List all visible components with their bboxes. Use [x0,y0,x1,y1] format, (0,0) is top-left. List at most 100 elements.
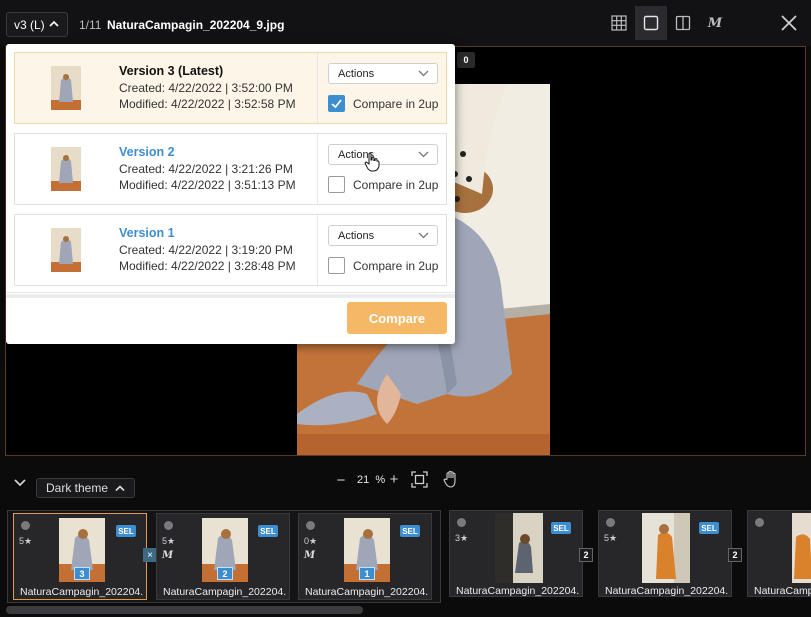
filmstrip-filename: NaturaCampagin_202204... [605,585,729,597]
actions-dropdown[interactable]: Actions [328,144,438,165]
popup-scrollbar[interactable] [6,294,455,298]
status-dot [21,521,30,530]
actions-label: Actions [338,67,375,80]
sel-badge: SEL [699,522,719,534]
compare-in-2up-option[interactable]: Compare in 2up [328,257,438,274]
theme-select[interactable]: Dark theme [36,478,135,498]
filmstrip-thumbnail [642,513,690,583]
version-title: Version 3 (Latest) [119,64,224,78]
status-dot [306,521,315,530]
compare-in-2up-option[interactable]: Compare in 2up [328,176,438,193]
version-card-3[interactable]: Version 3 (Latest) Created: 4/22/2022 | … [14,52,447,124]
chevron-up-icon [115,485,125,492]
status-dot [164,521,173,530]
compare-view-icon [675,15,691,31]
chevron-down-icon [418,151,429,158]
version-modified: Modified: 4/22/2022 | 3:51:13 PM [119,178,296,192]
single-view-button[interactable] [635,6,667,40]
filmstrip-thumbnail [495,513,543,583]
version-card-1[interactable]: Version 1 Created: 4/22/2022 | 3:19:20 P… [14,214,447,286]
version-card-2[interactable]: Version 2 Created: 4/22/2022 | 3:21:26 P… [14,133,447,205]
sel-badge: SEL [400,525,420,537]
filmstrip-filename: NaturaCampagin_202204... [456,585,580,597]
zoom-unit: % [375,474,386,486]
status-dot [457,518,466,527]
filmstrip-filename: NaturaCampagin_202204... [305,586,429,598]
zoom-in-button[interactable]: + [387,471,401,488]
unstack-button[interactable]: × [143,548,157,562]
chevron-down-icon[interactable] [12,476,28,490]
version-thumbnail [51,228,81,272]
version-modified: Modified: 4/22/2022 | 3:52:58 PM [119,97,296,111]
version-title-link[interactable]: Version 2 [119,145,175,159]
version-select[interactable]: v3 (L) [6,12,68,37]
filmstrip-filename: NaturaCampagin_202204... [20,586,144,598]
card-divider [317,134,318,204]
status-dot [606,518,615,527]
version-number-badge: 3 [74,567,90,580]
filmstrip-filename: NaturaCampag [754,585,811,597]
image-filename: NaturaCampagin_202204_9.jpg [107,18,285,32]
compare-label: Compare in 2up [353,177,439,192]
version-thumbnail [51,147,81,191]
compare-checkbox[interactable] [328,176,345,193]
star-rating: 5★ [19,536,33,546]
version-created: Created: 4/22/2022 | 3:21:26 PM [119,162,293,176]
sel-badge: SEL [116,525,136,537]
chevron-up-icon [49,20,59,27]
versions-popup: Version 3 (Latest) Created: 4/22/2022 | … [6,44,455,344]
filmstrip-card[interactable]: NaturaCampag [747,510,811,597]
markup-icon: M [707,15,723,31]
compare-checkbox[interactable] [328,257,345,274]
markup-icon: M [304,550,316,561]
version-select-label: v3 (L) [14,17,45,32]
compare-in-2up-option[interactable]: Compare in 2up [328,95,438,112]
top-bar: v3 (L) 1/11 NaturaCampagin_202204_9.jpg … [0,0,811,46]
zoom-out-button[interactable]: − [334,472,348,489]
app-window: v3 (L) 1/11 NaturaCampagin_202204_9.jpg … [0,0,811,617]
checkmark-icon [331,99,342,109]
compare-checkbox[interactable] [328,95,345,112]
filmstrip-card[interactable]: 5★ M SEL 2 NaturaCampagin_202204... [156,513,290,600]
image-counter: 1/11 [79,18,102,32]
version-title-link[interactable]: Version 1 [119,226,175,240]
filmstrip-card[interactable]: 5★ SEL 3 NaturaCampagin_202204... [13,513,147,600]
close-button[interactable] [776,10,802,36]
filmstrip-card[interactable]: 0★ M SEL 1 NaturaCampagin_202204... [298,513,432,600]
compare-view-button[interactable] [667,6,699,40]
filmstrip-scrollbar[interactable] [6,606,363,614]
star-rating: 0★ [304,536,318,546]
version-number-badge: 1 [359,567,375,580]
status-dot [755,518,764,527]
stack-count-badge: 2 [579,548,593,562]
zoom-level: 21 % [357,474,385,486]
compare-label: Compare in 2up [353,96,439,111]
star-rating: 5★ [604,533,618,543]
close-icon [781,15,797,31]
grid-view-button[interactable] [603,6,635,40]
filmstrip-thumbnail [792,513,811,583]
hand-cursor-icon [364,152,380,172]
filmstrip-card[interactable]: 3★ SEL NaturaCampagin_202204... [449,510,583,597]
actions-dropdown[interactable]: Actions [328,63,438,84]
filmstrip-filename: NaturaCampagin_202204... [163,586,287,598]
card-divider [317,53,318,123]
compare-label: Compare in 2up [353,258,439,273]
star-rating: 3★ [455,533,469,543]
star-rating: 5★ [162,536,176,546]
actions-dropdown[interactable]: Actions [328,225,438,246]
chevron-down-icon [418,232,429,239]
sel-badge: SEL [258,525,278,537]
version-created: Created: 4/22/2022 | 3:52:00 PM [119,81,293,95]
version-modified: Modified: 4/22/2022 | 3:28:48 PM [119,259,296,273]
fit-to-screen-icon[interactable] [411,471,428,488]
compare-button[interactable]: Compare [347,302,447,334]
grid-view-icon [611,15,627,31]
pan-hand-icon[interactable] [443,470,459,488]
single-view-icon [643,15,659,31]
markup-button[interactable]: M [699,6,731,40]
chevron-down-icon [418,70,429,77]
sel-badge: SEL [551,522,571,534]
version-thumbnail [51,66,81,110]
filmstrip-card[interactable]: 5★ SEL NaturaCampagin_202204... [598,510,732,597]
